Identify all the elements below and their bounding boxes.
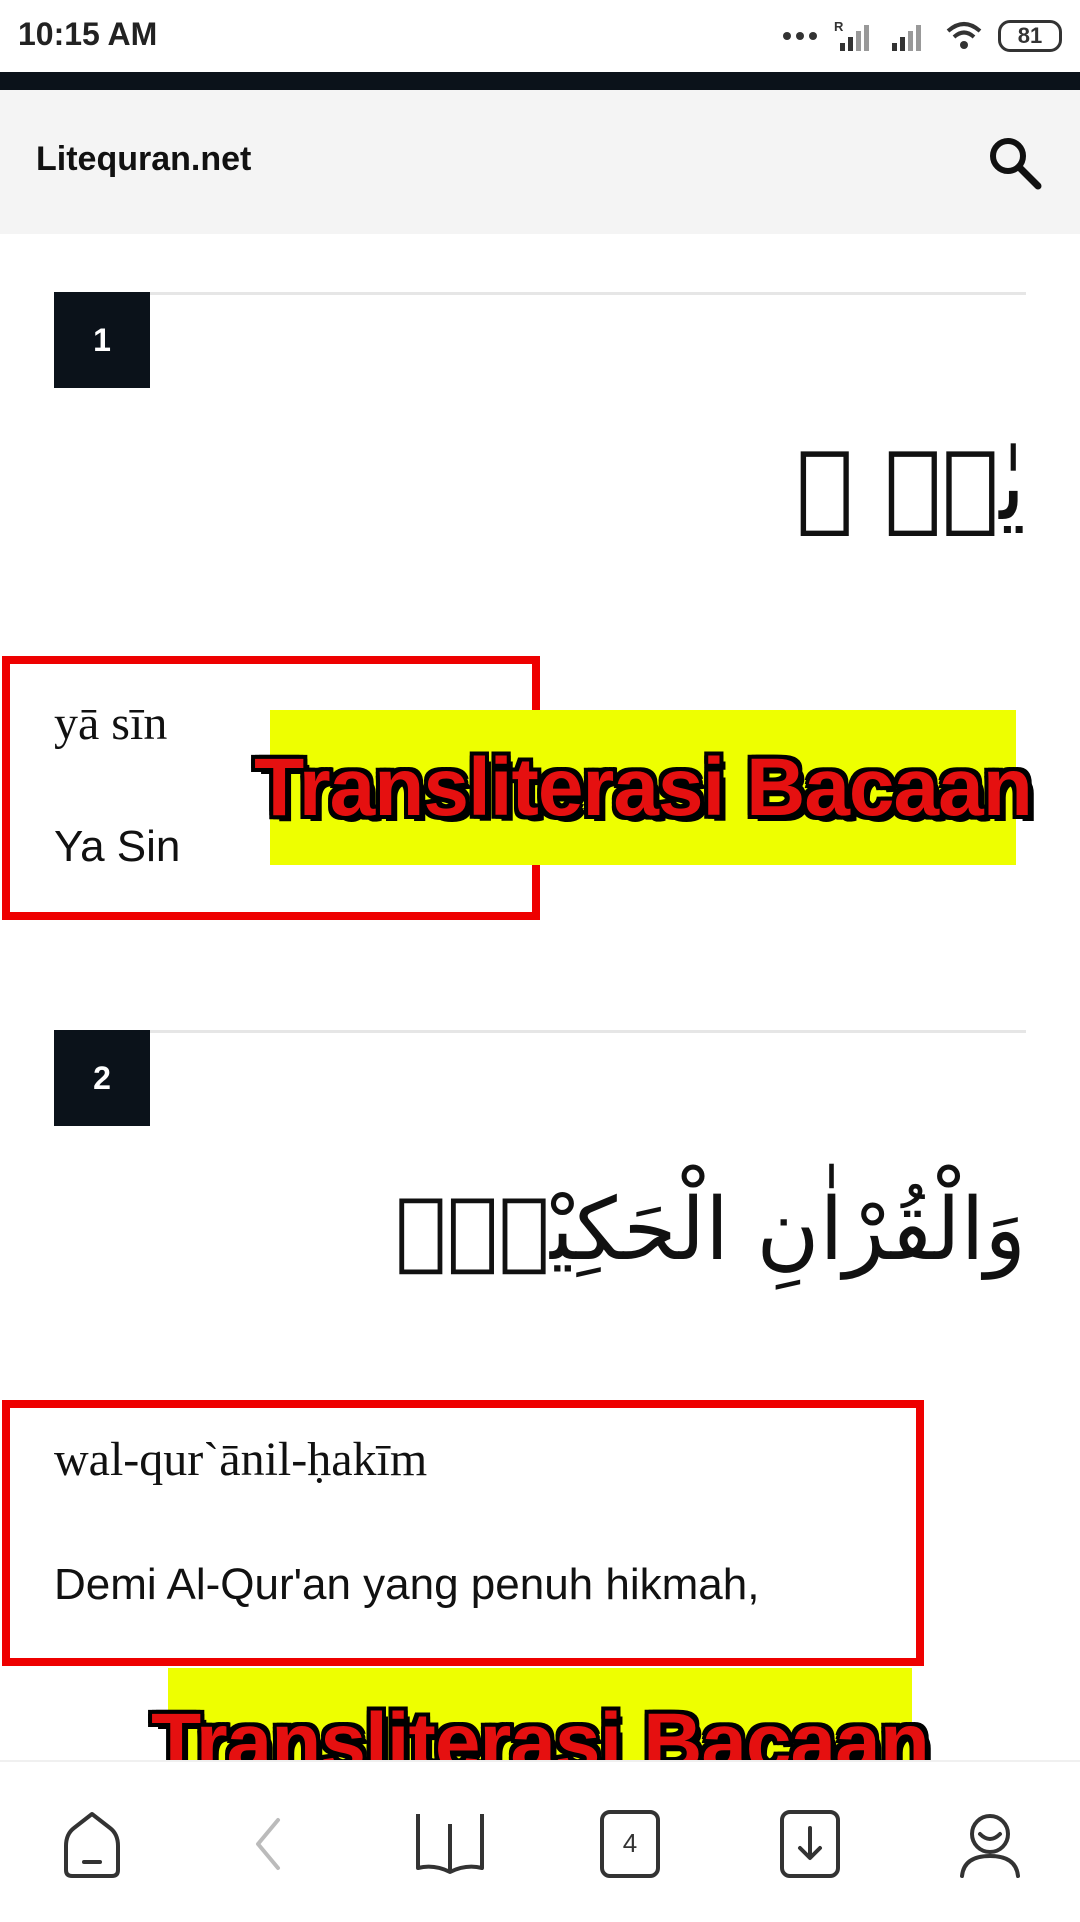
home-icon[interactable] <box>52 1804 132 1884</box>
profile-icon[interactable] <box>950 1804 1030 1884</box>
verse-number: 1 <box>54 292 150 388</box>
back-icon[interactable] <box>230 1804 310 1884</box>
book-icon[interactable] <box>410 1804 490 1884</box>
header-top-strip <box>0 72 1080 90</box>
site-title[interactable]: Litequran.net <box>36 140 251 179</box>
transliteration-label-banner: Transliterasi Bacaan <box>254 710 1033 865</box>
arabic-text: يٰسۤ ۚ <box>795 430 1026 542</box>
transliteration-text: wal-qur`ānil-ḥakīm <box>54 1433 428 1486</box>
search-icon[interactable] <box>984 132 1044 192</box>
app-header: Litequran.net <box>0 90 1080 234</box>
status-time: 10:15 AM <box>18 16 158 52</box>
svg-text:R: R <box>834 19 844 34</box>
verse-number: 2 <box>54 1030 150 1126</box>
translation-text: Ya Sin <box>54 822 181 871</box>
bottom-nav: 4 <box>0 1760 1080 1922</box>
arabic-text: وَالْقُرْاٰنِ الْحَكِيْمِۙ <box>395 1180 1026 1280</box>
tabs-button[interactable]: 4 <box>590 1804 670 1884</box>
tab-count: 4 <box>622 1828 638 1858</box>
verse-divider <box>54 292 1026 295</box>
translation-text: Demi Al-Qur'an yang penuh hikmah, <box>54 1560 760 1609</box>
download-icon[interactable] <box>770 1804 850 1884</box>
wifi-icon <box>946 22 982 49</box>
signal-roaming-icon: R <box>834 19 869 51</box>
dots-icon <box>783 32 817 40</box>
battery-icon: 81 <box>998 20 1062 52</box>
signal-icon <box>892 25 921 51</box>
status-bar: 10:15 AM R 81 <box>0 0 1080 72</box>
status-icons: R 81 <box>782 16 1062 56</box>
transliteration-text: yā sīn <box>54 697 168 750</box>
verse-divider <box>54 1030 1026 1033</box>
